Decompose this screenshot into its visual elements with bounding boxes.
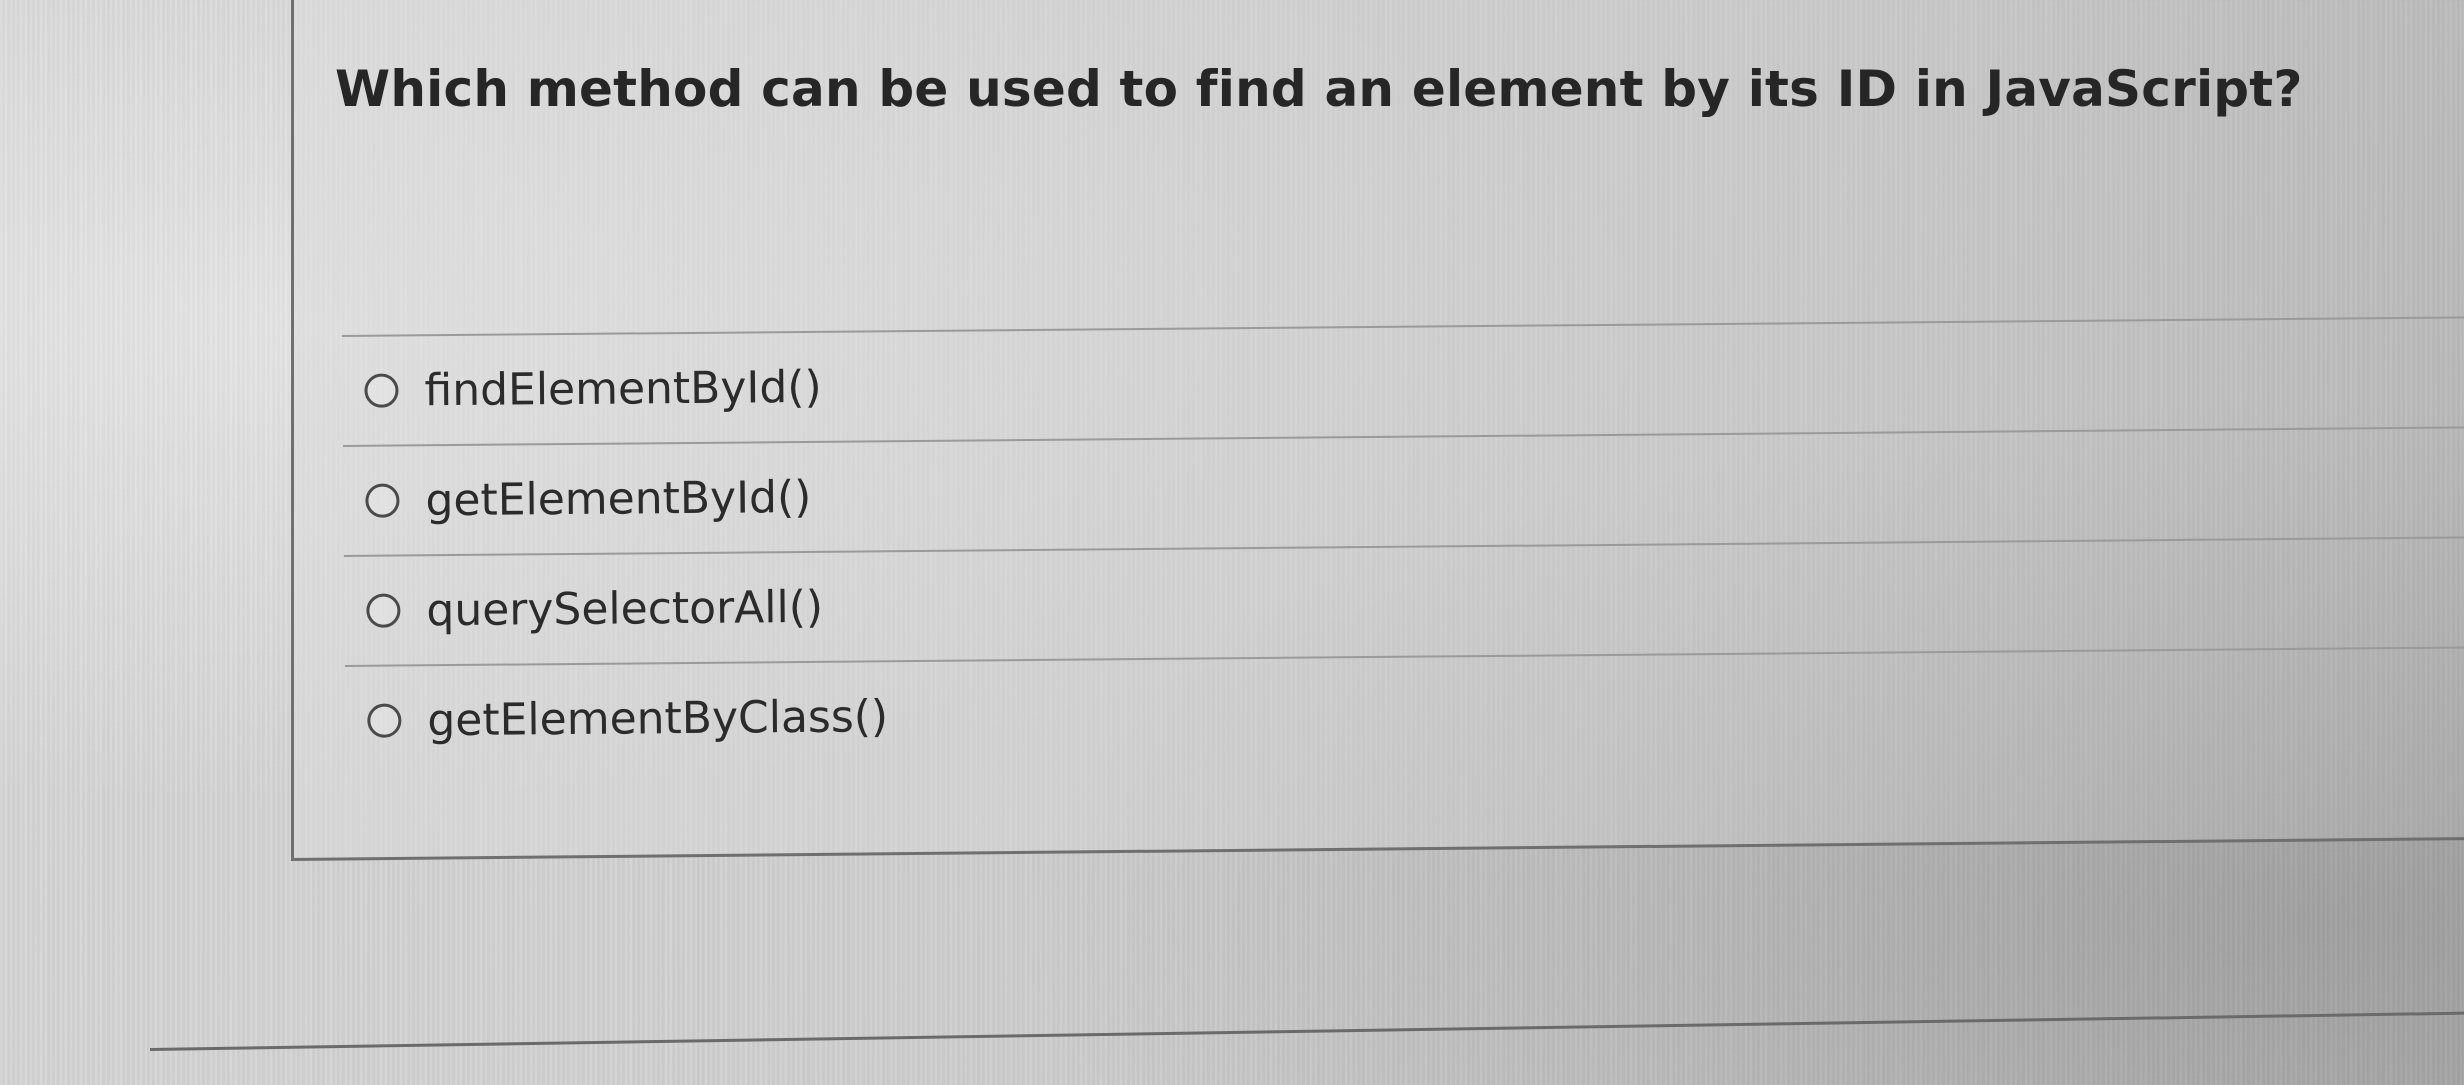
answer-option-label[interactable]: querySelectorAll()	[426, 581, 823, 635]
answer-option-label[interactable]: getElementById()	[425, 471, 811, 525]
radio-button-icon[interactable]	[365, 483, 400, 518]
radio-button-icon[interactable]	[366, 593, 401, 628]
answer-option-4[interactable]: getElementByClass()	[344, 646, 2464, 775]
answer-option-1[interactable]: findElementById()	[342, 316, 2464, 445]
answer-option-3[interactable]: querySelectorAll()	[343, 536, 2464, 665]
question-text: Which method can be used to find an elem…	[335, 60, 2303, 118]
answer-option-label[interactable]: getElementByClass()	[427, 691, 888, 746]
radio-button-icon[interactable]	[367, 703, 402, 738]
divider-line	[150, 1011, 2464, 1051]
answer-options: findElementById() getElementById() query…	[342, 316, 2464, 775]
answer-option-label[interactable]: findElementById()	[424, 361, 822, 415]
radio-button-icon[interactable]	[364, 373, 399, 408]
answer-option-2[interactable]: getElementById()	[342, 426, 2464, 555]
